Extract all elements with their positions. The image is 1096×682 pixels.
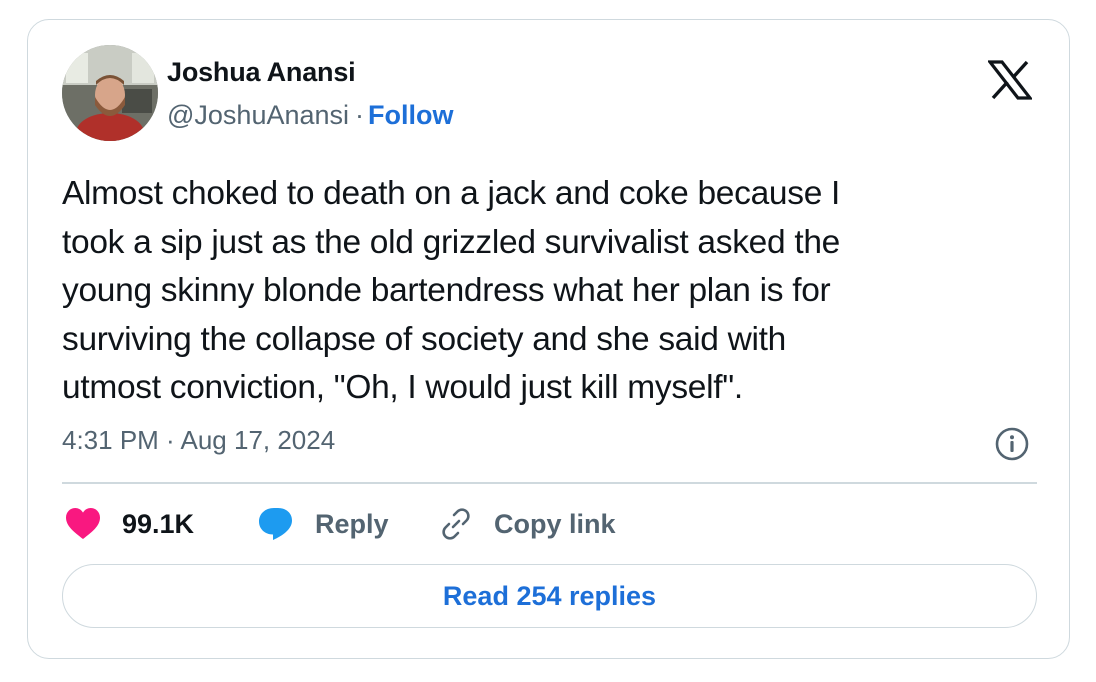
- like-count: 99.1K: [122, 508, 195, 539]
- reply-button[interactable]: Reply: [257, 504, 389, 544]
- author-name[interactable]: Joshua Anansi: [167, 57, 356, 88]
- tweet-card: Joshua Anansi @JoshuAnansi · Follow Almost…: [27, 19, 1070, 659]
- heart-icon: [66, 508, 100, 539]
- avatar-image: [62, 45, 158, 141]
- tweet-text: Almost choked to death on a jack and cok…: [62, 175, 841, 406]
- separator-dot: ·: [355, 100, 365, 130]
- x-logo-icon[interactable]: [986, 60, 1034, 100]
- copy-link-label: Copy link: [494, 508, 616, 539]
- read-replies-button[interactable]: Read 254 replies: [62, 564, 1037, 628]
- reply-bubble-icon: [259, 508, 292, 540]
- tweet-timestamp[interactable]: 4:31 PM · Aug 17, 2024: [62, 425, 335, 456]
- author-avatar[interactable]: [62, 45, 158, 141]
- author-handle-row: @JoshuAnansi · Follow: [167, 100, 454, 131]
- link-icon: [442, 508, 470, 540]
- info-icon[interactable]: [994, 426, 1030, 462]
- like-button[interactable]: 99.1K: [64, 504, 194, 544]
- divider: [62, 482, 1037, 484]
- reply-label: Reply: [315, 508, 389, 539]
- follow-button[interactable]: Follow: [368, 100, 453, 130]
- author-handle[interactable]: @JoshuAnansi: [167, 100, 349, 130]
- copy-link-button[interactable]: Copy link: [438, 504, 616, 544]
